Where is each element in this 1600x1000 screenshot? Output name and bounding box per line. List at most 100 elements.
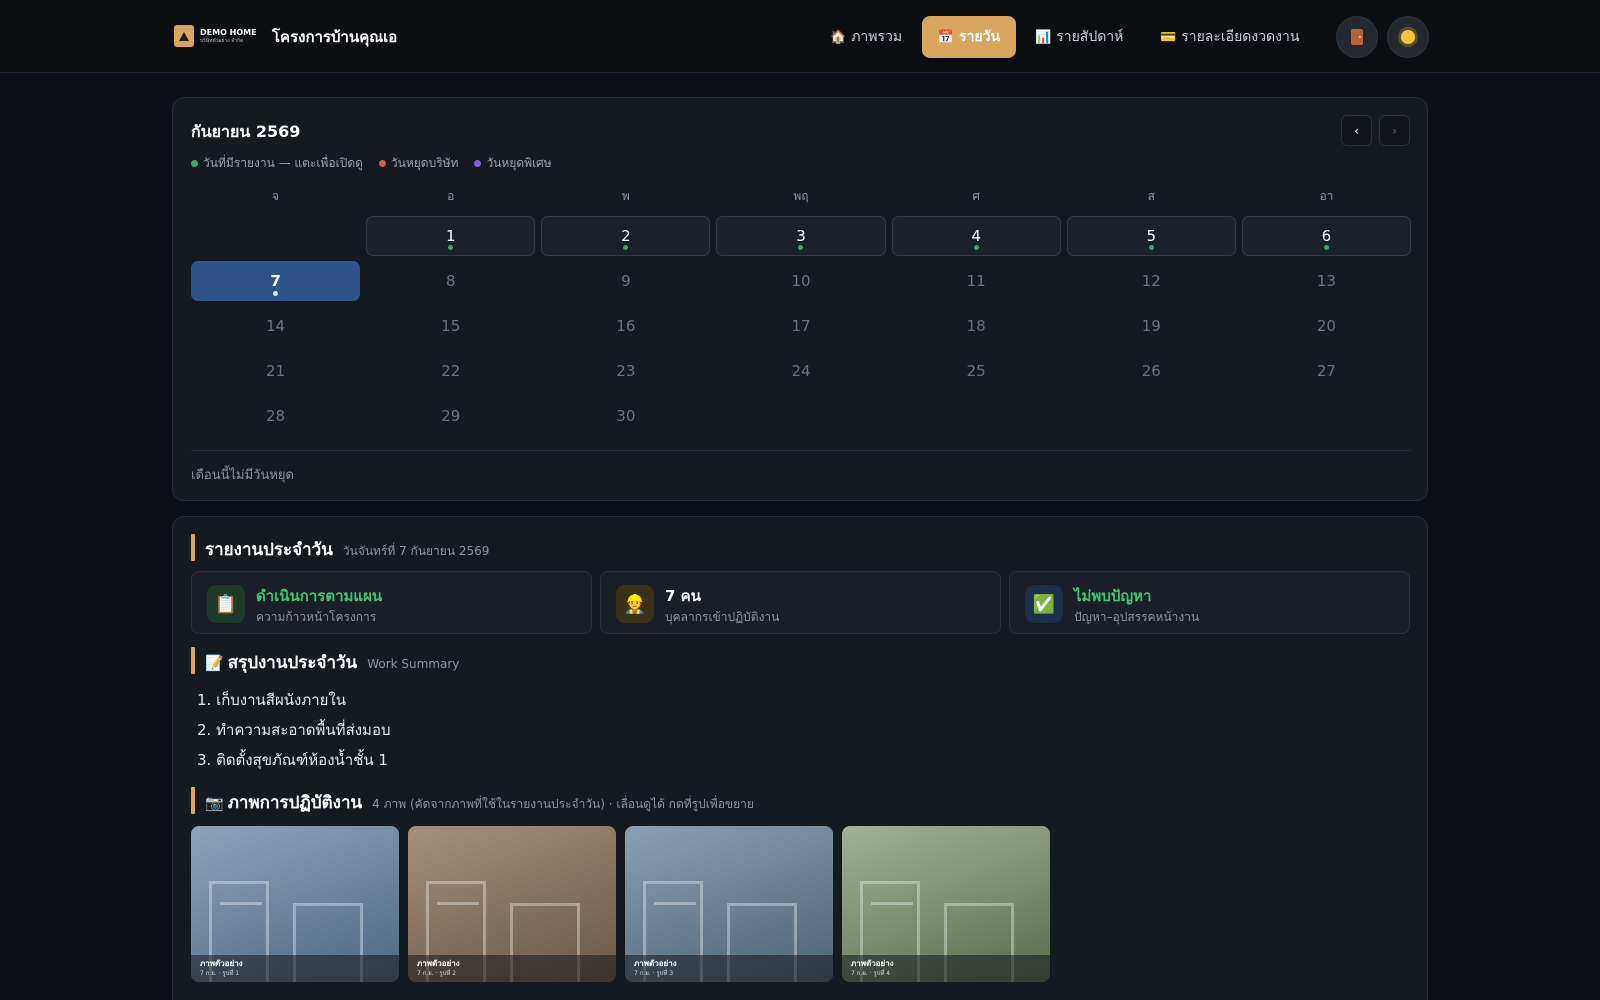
- photo-thumbnail[interactable]: ภาพตัวอย่าง 7 ก.ย. · รูปที่ 1: [191, 826, 399, 982]
- calendar-day[interactable]: 1: [366, 216, 536, 256]
- photo-thumbnail[interactable]: ภาพตัวอย่าง 7 ก.ย. · รูปที่ 3: [625, 826, 833, 982]
- photo-caption: ภาพตัวอย่าง 7 ก.ย. · รูปที่ 3: [625, 955, 833, 982]
- nav-weekly-label: รายสัปดาห์: [1056, 29, 1124, 45]
- photo-caption: ภาพตัวอย่าง 7 ก.ย. · รูปที่ 4: [842, 955, 1050, 982]
- legend-report-days: วันที่มีรายงาน — แตะเพื่อเปิดดู: [191, 154, 363, 173]
- stat-workers: 👷 7 คน บุคลากรเข้าปฏิบัติงาน: [600, 571, 1001, 634]
- brand[interactable]: DEMO HOME บริษัทตัวอย่าง จำกัด: [174, 25, 257, 47]
- day-number: 7: [270, 272, 281, 290]
- calendar-day[interactable]: 4: [891, 216, 1061, 256]
- theme-toggle-button[interactable]: [1387, 16, 1429, 58]
- day-number: 2: [621, 227, 631, 245]
- calendar-day: 20: [1242, 306, 1411, 346]
- calendar-day: 28: [191, 396, 360, 436]
- stat-label: บุคลากรเข้าปฏิบัติงาน: [665, 610, 780, 624]
- day-number: 3: [796, 227, 806, 245]
- calendar-legend: วันที่มีรายงาน — แตะเพื่อเปิดดู วันหยุดบ…: [191, 154, 568, 173]
- calendar-day[interactable]: 2: [541, 216, 711, 256]
- photo-date: 7 ก.ย. · รูปที่ 1: [200, 970, 240, 977]
- day-number: 10: [791, 272, 811, 290]
- nav-overview[interactable]: 🏠 ภาพรวม: [830, 16, 902, 58]
- weekday-label: อา: [1319, 189, 1334, 203]
- daily-report-card: รายงานประจำวัน วันจันทร์ที่ 7 กันยายน 25…: [172, 516, 1428, 1000]
- brand-name: DEMO HOME: [200, 27, 257, 37]
- door-icon: [1351, 29, 1363, 45]
- day-number: 15: [441, 317, 461, 335]
- photo-date: 7 ก.ย. · รูปที่ 4: [851, 970, 891, 977]
- photo-date: 7 ก.ย. · รูปที่ 2: [417, 970, 457, 977]
- report-dot-icon: [273, 291, 279, 296]
- calendar-day[interactable]: 6: [1241, 216, 1411, 256]
- nav-daily[interactable]: 📅 รายวัน: [922, 16, 1016, 58]
- calendar-day: 11: [892, 261, 1061, 301]
- calendar-day: 10: [716, 261, 885, 301]
- work-summary-subtitle: Work Summary: [367, 657, 460, 671]
- holiday-note: เดือนนี้ไม่มีวันหยุด: [191, 468, 294, 483]
- calendar-card: กันยายน 2569 ‹ › วันที่มีรายงาน — แตะเพื…: [172, 97, 1428, 501]
- next-month-button[interactable]: ›: [1379, 115, 1410, 146]
- legend-dot-orange: [378, 160, 386, 167]
- calendar-day: 24: [716, 351, 885, 391]
- weekday-label: ศ: [972, 189, 980, 203]
- exit-button[interactable]: [1336, 16, 1378, 58]
- calendar-day: 21: [191, 351, 360, 391]
- report-title: รายงานประจำวัน: [205, 540, 333, 560]
- photo-date: 7 ก.ย. · รูปที่ 3: [634, 970, 674, 977]
- report-date: วันจันทร์ที่ 7 กันยายน 2569: [342, 544, 490, 558]
- calendar-day: 26: [1067, 351, 1236, 391]
- check-icon: ✅: [1025, 585, 1063, 623]
- nav-daily-label: รายวัน: [959, 29, 1001, 45]
- calendar-day: 29: [366, 396, 535, 436]
- calendar-day[interactable]: 5: [1066, 216, 1236, 256]
- calendar-icon: 📅: [937, 29, 955, 45]
- home-icon: 🏠: [830, 29, 847, 45]
- legend-label: วันหยุดบริษัท: [390, 156, 459, 170]
- day-number: 18: [966, 317, 986, 335]
- stat-progress: 📋 ดำเนินการตามแผน ความก้าวหน้าโครงการ: [191, 571, 592, 634]
- stat-value: ไม่พบปัญหา: [1074, 587, 1152, 605]
- calendar-day: 15: [366, 306, 535, 346]
- nav-payment-details[interactable]: 💳 รายละเอียดงวดงาน: [1160, 16, 1299, 58]
- legend-label: วันที่มีรายงาน — แตะเพื่อเปิดดู: [203, 156, 363, 170]
- day-number: 14: [266, 317, 286, 335]
- calendar-day-selected[interactable]: 7: [191, 261, 361, 301]
- calendar-day: 22: [366, 351, 535, 391]
- photo-caption: ภาพตัวอย่าง 7 ก.ย. · รูปที่ 1: [191, 955, 399, 982]
- day-number: 9: [621, 272, 631, 290]
- day-number: 13: [1316, 272, 1336, 290]
- top-bar: DEMO HOME บริษัทตัวอย่าง จำกัด โครงการบ้…: [0, 0, 1600, 73]
- calendar-day: 9: [541, 261, 710, 301]
- day-number: 19: [1141, 317, 1161, 335]
- day-number: 29: [441, 407, 461, 425]
- photo-strip: ภาพตัวอย่าง 7 ก.ย. · รูปที่ 1 ภาพตัวอย่าง 7…: [191, 826, 1050, 982]
- legend-company-holiday: วันหยุดบริษัท: [378, 154, 459, 173]
- calendar-day: 17: [716, 306, 885, 346]
- day-number: 21: [266, 362, 286, 380]
- nav-weekly[interactable]: 📊 รายสัปดาห์: [1035, 16, 1123, 58]
- prev-month-button[interactable]: ‹: [1341, 115, 1372, 146]
- work-summary-title: สรุปงานประจำวัน: [227, 653, 358, 673]
- photo-thumbnail[interactable]: ภาพตัวอย่าง 7 ก.ย. · รูปที่ 2: [408, 826, 616, 982]
- day-number: 1: [445, 227, 456, 245]
- list-item: 2. ทำความสะอาดพื้นที่ส่งมอบ: [197, 721, 391, 739]
- stat-issues: ✅ ไม่พบปัญหา ปัญหา–อุปสรรคหน้างาน: [1009, 571, 1410, 634]
- calendar-day[interactable]: 3: [716, 216, 886, 256]
- day-number: 24: [791, 362, 811, 380]
- clipboard-icon: 📋: [207, 585, 245, 623]
- calendar-day: 8: [366, 261, 535, 301]
- legend-dot-purple: [474, 160, 482, 167]
- photos-title: ภาพการปฏิบัติงาน: [227, 793, 363, 813]
- calendar-day: 14: [191, 306, 360, 346]
- photo-thumbnail[interactable]: ภาพตัวอย่าง 7 ก.ย. · รูปที่ 4: [842, 826, 1050, 982]
- calendar-day: 27: [1242, 351, 1411, 391]
- legend-special-holiday: วันหยุดพิเศษ: [474, 154, 552, 173]
- weekday-label: ส: [1147, 189, 1155, 203]
- chart-icon: 📊: [1035, 29, 1052, 45]
- day-number: 16: [616, 317, 636, 335]
- calendar-day: 18: [892, 306, 1061, 346]
- day-number: 12: [1141, 272, 1161, 290]
- worker-icon: 👷: [616, 585, 654, 623]
- nav-payment-label: รายละเอียดงวดงาน: [1181, 29, 1300, 45]
- day-number: 5: [1146, 227, 1157, 245]
- day-number: 6: [1321, 227, 1332, 245]
